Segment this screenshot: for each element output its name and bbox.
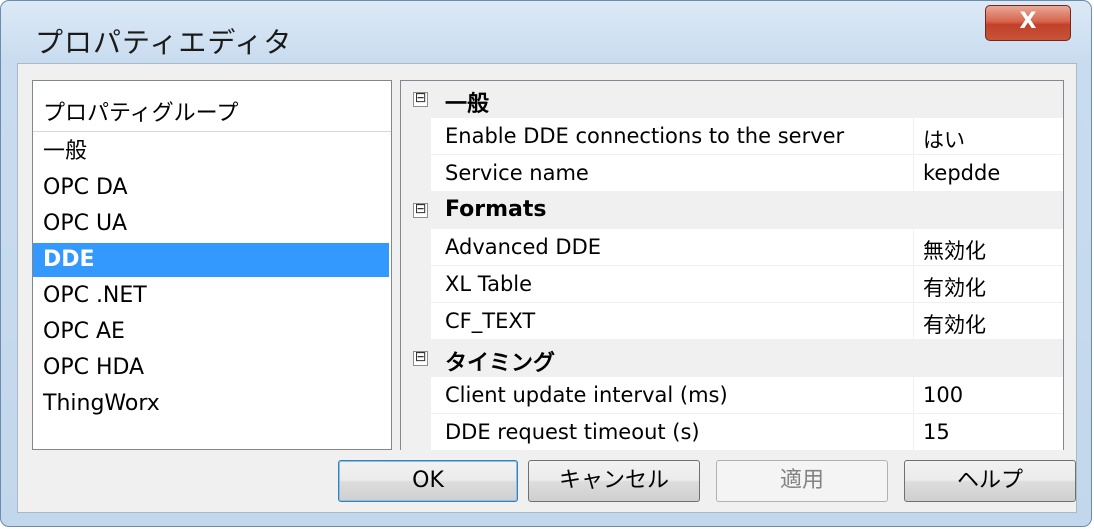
dialog-client-area: プロパティグループ 一般 OPC DA OPC UA DDE OPC .NET … (17, 63, 1077, 513)
group-item-opc-ua[interactable]: OPC UA (33, 207, 389, 241)
apply-button[interactable]: 適用 (716, 460, 888, 502)
property-value[interactable]: kepdde (923, 161, 1000, 185)
group-item-general[interactable]: 一般 (33, 135, 389, 169)
property-row[interactable]: Service name kepdde (401, 155, 1063, 192)
property-value[interactable]: 有効化 (923, 309, 986, 339)
property-row[interactable]: DDE request timeout (s) 15 (401, 414, 1063, 451)
property-name: XL Table (445, 272, 533, 296)
property-row[interactable]: CF_TEXT 有効化 (401, 303, 1063, 340)
property-name: Advanced DDE (445, 235, 602, 259)
collapse-icon[interactable]: ⊟ (413, 350, 428, 366)
help-button[interactable]: ヘルプ (904, 460, 1076, 502)
close-button[interactable]: X (985, 5, 1071, 41)
property-name: Enable DDE connections to the server (445, 124, 845, 148)
group-item-opc-net[interactable]: OPC .NET (33, 279, 389, 313)
category-label: Formats (445, 197, 547, 222)
property-name: CF_TEXT (445, 309, 536, 333)
close-icon: X (1019, 9, 1037, 34)
property-name: DDE request timeout (s) (445, 420, 700, 444)
property-value[interactable]: 有効化 (923, 272, 986, 302)
property-group-header: プロパティグループ (43, 101, 239, 126)
group-item-dde[interactable]: DDE (33, 243, 389, 277)
property-row[interactable]: XL Table 有効化 (401, 266, 1063, 303)
property-row[interactable]: Enable DDE connections to the server はい (401, 118, 1063, 155)
group-item-opc-ae[interactable]: OPC AE (33, 315, 389, 349)
property-name: Service name (445, 161, 589, 185)
property-value[interactable]: 15 (923, 420, 950, 444)
category-label: タイミング (445, 351, 556, 376)
window-title: プロパティエディタ (35, 26, 293, 59)
property-grid: ⊟ 一般 Enable DDE connections to the serve… (400, 80, 1064, 451)
group-header-divider (33, 131, 391, 132)
group-item-thingworx[interactable]: ThingWorx (33, 387, 389, 421)
group-item-opc-hda[interactable]: OPC HDA (33, 351, 389, 385)
property-name: Client update interval (ms) (445, 383, 728, 407)
property-value[interactable]: 無効化 (923, 235, 986, 265)
ok-button[interactable]: OK (338, 460, 518, 502)
category-label: 一般 (445, 92, 490, 117)
property-editor-window: プロパティエディタ X プロパティグループ 一般 OPC DA OPC UA D… (0, 0, 1092, 527)
category-row-formats[interactable]: ⊟ Formats (401, 192, 1063, 229)
cancel-button[interactable]: キャンセル (528, 460, 700, 502)
property-row[interactable]: Client update interval (ms) 100 (401, 377, 1063, 414)
collapse-icon[interactable]: ⊟ (413, 202, 428, 218)
collapse-icon[interactable]: ⊟ (413, 91, 428, 107)
group-item-opc-da[interactable]: OPC DA (33, 171, 389, 205)
property-group-list: プロパティグループ 一般 OPC DA OPC UA DDE OPC .NET … (32, 80, 392, 450)
property-value[interactable]: はい (923, 124, 965, 154)
category-row-timing[interactable]: ⊟ タイミング (401, 340, 1063, 377)
property-value[interactable]: 100 (923, 383, 963, 407)
category-row-general[interactable]: ⊟ 一般 (401, 81, 1063, 118)
property-row[interactable]: Advanced DDE 無効化 (401, 229, 1063, 266)
